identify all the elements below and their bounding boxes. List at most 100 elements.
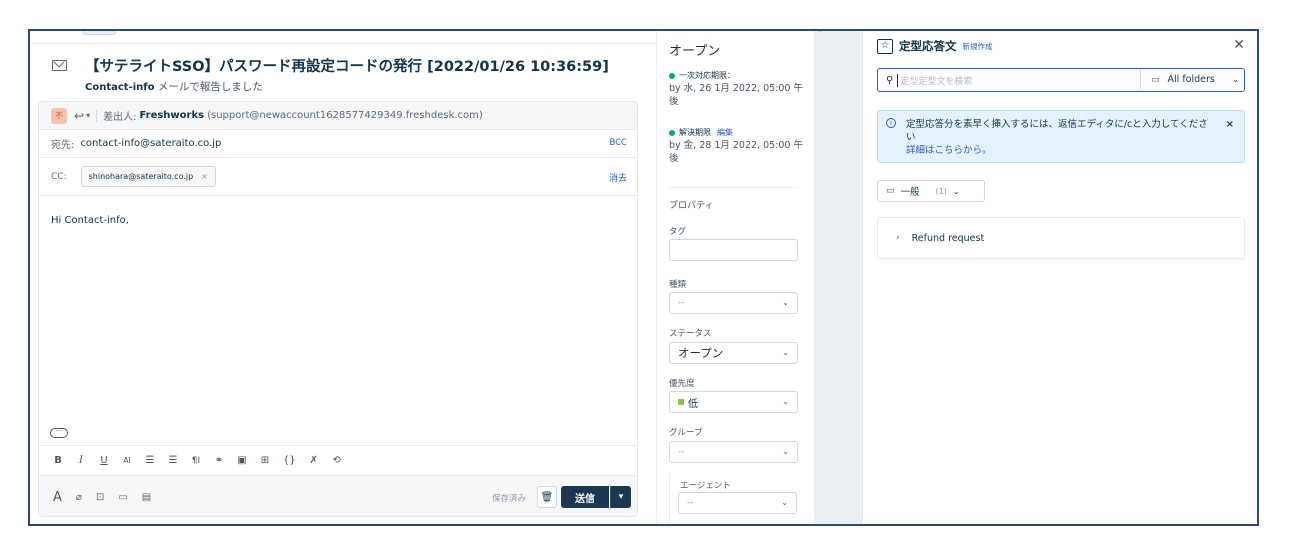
- type-label: 種類: [669, 280, 687, 290]
- canned-item-label: Refund request: [911, 232, 985, 244]
- agent-label: エージェント: [680, 481, 731, 491]
- tag-label: タグ: [669, 227, 687, 237]
- app-frame: 【サテライトSSO】パスワード再設定コードの発行 [2022/01/26 10:…: [28, 29, 1259, 526]
- ticket-properties: オープン 一次対応期限： by 水, 26 1月 2022, 05:00 午後 …: [656, 31, 814, 524]
- folder-dropdown[interactable]: ▭ 一般 (1) ⌄: [877, 180, 985, 202]
- ticket-subject: 【サテライトSSO】パスワード再設定コードの発行 [2022/01/26 10:…: [85, 59, 609, 75]
- search-input[interactable]: 定型定型文を検索: [897, 73, 972, 87]
- insert-icon[interactable]: ⊡: [96, 492, 104, 503]
- learn-more-link[interactable]: 詳細はこちらから。: [906, 144, 1214, 157]
- from-row: 不 ↩ ▾ 差出人: Freshworks (support@newaccoun…: [39, 102, 637, 130]
- bold-icon[interactable]: B: [53, 455, 63, 466]
- text-format-icon[interactable]: A: [53, 490, 62, 505]
- chevron-down-icon: ⌄: [782, 298, 789, 307]
- search-icon: ⚲: [886, 74, 894, 86]
- contact-name[interactable]: Contact-info: [85, 82, 154, 93]
- to-row: 宛先: contact-info@sateraito.co.jp BCC: [39, 130, 637, 158]
- paragraph-icon[interactable]: ¶I: [191, 456, 201, 466]
- more-options-icon[interactable]: ···: [50, 428, 68, 438]
- cc-chip-label: shinohara@sateraito.co.jp: [88, 172, 194, 181]
- canned-responses-panel: ☆ 定型応答文 新規作成 ✕ ⚲ 定型定型文を検索 ▭ All folders …: [862, 31, 1257, 524]
- history-icon[interactable]: ⟲: [332, 455, 342, 466]
- canned-header: ☆ 定型応答文 新規作成: [877, 38, 993, 54]
- type-select[interactable]: -- ⌄: [669, 292, 798, 314]
- chevron-down-icon: ⌄: [782, 447, 789, 456]
- group-select[interactable]: -- ⌄: [669, 441, 798, 463]
- underline-icon[interactable]: U: [99, 455, 109, 466]
- link-icon[interactable]: ⚭: [214, 455, 224, 466]
- solution-book-icon[interactable]: ▭: [118, 492, 127, 503]
- canned-item[interactable]: › Refund request: [877, 217, 1245, 259]
- folder-filter-select[interactable]: ▭ All folders ⌄: [1140, 69, 1246, 90]
- from-name[interactable]: Freshworks: [139, 110, 204, 121]
- status-select[interactable]: オープン ⌄: [669, 342, 798, 364]
- first-response-due: 一次対応期限： by 水, 26 1月 2022, 05:00 午後: [669, 71, 803, 107]
- cc-chip[interactable]: shinohara@sateraito.co.jp ×: [80, 166, 216, 187]
- reported-note: メールで報告しました: [157, 81, 263, 93]
- chevron-down-icon: ⌄: [1232, 75, 1239, 84]
- close-icon[interactable]: ✕: [1233, 37, 1245, 53]
- properties-heading: プロパティ: [669, 201, 714, 211]
- status-label: ステータス: [669, 329, 712, 339]
- chevron-down-icon: ⌄: [781, 498, 788, 507]
- send-button[interactable]: 送信: [561, 486, 609, 508]
- canned-info-banner: i 定型応答分を素早く挿入するには、返信エディタに/cと入力してください 詳細は…: [877, 110, 1245, 163]
- new-canned-link[interactable]: 新規作成: [963, 41, 993, 52]
- priority-select[interactable]: 低 ⌄: [669, 391, 798, 413]
- to-field[interactable]: contact-info@sateraito.co.jp: [80, 138, 221, 149]
- chevron-down-icon: ⌄: [952, 186, 960, 196]
- clear-format-icon[interactable]: ✗: [309, 455, 319, 466]
- agent-select[interactable]: -- ⌄: [678, 492, 797, 514]
- email-pane: 【サテライトSSO】パスワード再設定コードの発行 [2022/01/26 10:…: [30, 31, 656, 524]
- folder-icon: ▭: [886, 186, 895, 196]
- info-icon: i: [886, 118, 896, 128]
- ticket-status-heading: オープン: [669, 44, 721, 59]
- edit-due-link[interactable]: 編集: [717, 126, 733, 139]
- bcc-button[interactable]: BCC: [609, 138, 627, 148]
- chevron-down-icon[interactable]: ▾: [86, 111, 90, 120]
- from-email: (support@newaccount1628577429349.freshde…: [207, 110, 483, 121]
- chevron-down-icon: ⌄: [782, 397, 789, 406]
- send-options-chevron-icon[interactable]: ▾: [610, 486, 631, 508]
- close-banner-icon[interactable]: ×: [1226, 118, 1234, 131]
- bullet-list-icon[interactable]: ☰: [145, 455, 155, 466]
- clear-cc-button[interactable]: 消去: [609, 171, 627, 184]
- top-tab-stub: [82, 31, 116, 35]
- info-text: 定型応答分を素早く挿入するには、返信エディタに/cと入力してください: [906, 119, 1208, 143]
- editor-footer: A ⌀ ⊡ ▭ ▤ 保存済み 🗑 送信 ▾: [39, 475, 637, 516]
- subject-row: 【サテライトSSO】パスワード再設定コードの発行 [2022/01/26 10:…: [52, 55, 609, 76]
- italic-icon[interactable]: I: [76, 455, 86, 466]
- attachment-icon[interactable]: ⌀: [76, 492, 82, 503]
- priority-low-icon: [678, 399, 684, 405]
- trash-icon[interactable]: 🗑: [537, 486, 557, 508]
- image-icon[interactable]: ▣: [237, 455, 247, 466]
- reply-editor: 不 ↩ ▾ 差出人: Freshworks (support@newaccoun…: [38, 101, 638, 517]
- resolution-due: 解決期限 編集 by 金, 28 1月 2022, 05:00 午後: [669, 126, 803, 164]
- code-icon[interactable]: {}: [283, 455, 296, 466]
- priority-label: 優先度: [669, 379, 695, 389]
- font-size-icon[interactable]: AI: [122, 456, 132, 465]
- pane-divider: [814, 31, 862, 524]
- saved-status: 保存済み: [491, 494, 526, 504]
- email-body[interactable]: Hi Contact-info,: [51, 215, 129, 226]
- star-icon: ☆: [877, 38, 893, 54]
- avatar: 不: [51, 107, 67, 124]
- folder-icon: ▭: [1151, 74, 1160, 85]
- resolution-value: by 金, 28 1月 2022, 05:00 午後: [669, 140, 803, 164]
- folder-name: 一般: [900, 187, 920, 198]
- agent-section: エージェント -- ⌄: [669, 473, 804, 524]
- folder-count: (1): [935, 186, 947, 196]
- tag-input[interactable]: [669, 239, 798, 261]
- table-icon[interactable]: ⊞: [260, 455, 270, 466]
- status-dot-icon: [669, 129, 675, 136]
- chevron-down-icon: ⌄: [782, 348, 789, 357]
- canned-search[interactable]: ⚲ 定型定型文を検索 ▭ All folders ⌄: [877, 68, 1245, 92]
- canned-title: 定型応答文: [899, 39, 957, 53]
- canned-response-icon[interactable]: ▤: [142, 492, 151, 503]
- remove-chip-icon[interactable]: ×: [201, 172, 208, 181]
- group-label: グループ: [669, 428, 703, 438]
- reply-icon[interactable]: ↩: [74, 109, 84, 123]
- cc-label: CC:: [51, 171, 67, 182]
- reported-via: Contact-info メールで報告しました: [85, 79, 263, 94]
- numbered-list-icon[interactable]: ☰: [168, 455, 178, 466]
